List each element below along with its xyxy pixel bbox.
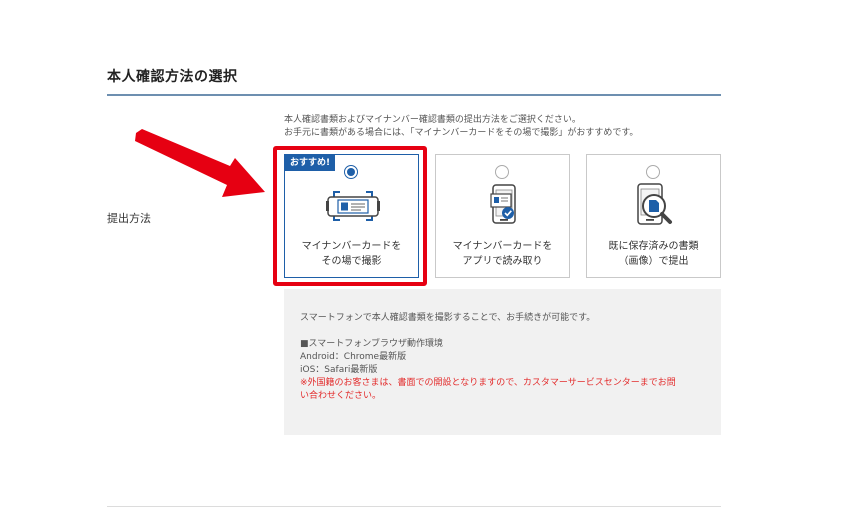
option-camera-label: マイナンバーカードを その場で撮影 — [285, 239, 418, 269]
browser-env-heading: ■スマートフォンブラウザ動作環境 — [300, 339, 443, 349]
intro-text: 本人確認書類およびマイナンバー確認書類の提出方法をご選択ください。 お手元に書類… — [284, 114, 724, 140]
document-search-icon — [637, 183, 672, 225]
option-app-label-line-2: アプリで読み取り — [462, 256, 543, 267]
option-card-camera[interactable]: おすすめ! マイナンバーカードを その場で撮影 — [284, 154, 419, 278]
foreign-note-line-2: い合わせください。 — [300, 391, 382, 401]
bottom-divider — [107, 506, 721, 507]
annotation-arrow-icon — [135, 129, 265, 197]
id-card-camera-icon — [326, 191, 380, 221]
option-card-upload[interactable]: 既に保存済みの書類 （画像）で提出 — [586, 154, 721, 278]
recommended-badge: おすすめ! — [285, 155, 336, 171]
option-upload-label-line-2: （画像）で提出 — [618, 256, 689, 267]
submission-method-label: 提出方法 — [107, 212, 151, 225]
option-app-label-line-1: マイナンバーカードを — [452, 241, 553, 252]
option-camera-radio[interactable] — [344, 165, 358, 179]
info-panel: スマートフォンで本人確認書類を撮影することで、お手続きが可能です。 ■スマートフ… — [284, 289, 721, 435]
browser-env-ios: iOS：Safari最新版 — [300, 365, 378, 375]
intro-line-1: 本人確認書類およびマイナンバー確認書類の提出方法をご選択ください。 — [284, 115, 581, 125]
foreign-note-line-1: ※外国籍のお客さまは、書面での開設となりますので、カスタマーサービスセンターまで… — [300, 378, 676, 388]
info-description: スマートフォンで本人確認書類を撮影することで、お手続きが可能です。 — [300, 313, 596, 323]
smartphone-card-read-icon — [490, 184, 516, 224]
option-card-app[interactable]: マイナンバーカードを アプリで読み取り — [435, 154, 570, 278]
option-upload-radio[interactable] — [646, 165, 660, 179]
option-camera-label-line-1: マイナンバーカードを — [301, 241, 402, 252]
option-upload-label: 既に保存済みの書類 （画像）で提出 — [587, 239, 720, 269]
option-app-label: マイナンバーカードを アプリで読み取り — [436, 239, 569, 269]
browser-env-android: Android：Chrome最新版 — [300, 352, 407, 362]
section-title: 本人確認方法の選択 — [107, 69, 238, 85]
option-camera-label-line-2: その場で撮影 — [321, 256, 382, 267]
option-upload-label-line-1: 既に保存済みの書類 — [608, 241, 699, 252]
option-app-radio[interactable] — [495, 165, 509, 179]
section-title-divider — [107, 94, 721, 96]
intro-line-2: お手元に書類がある場合には、「マイナンバーカードをその場で撮影」がおすすめです。 — [284, 128, 639, 138]
